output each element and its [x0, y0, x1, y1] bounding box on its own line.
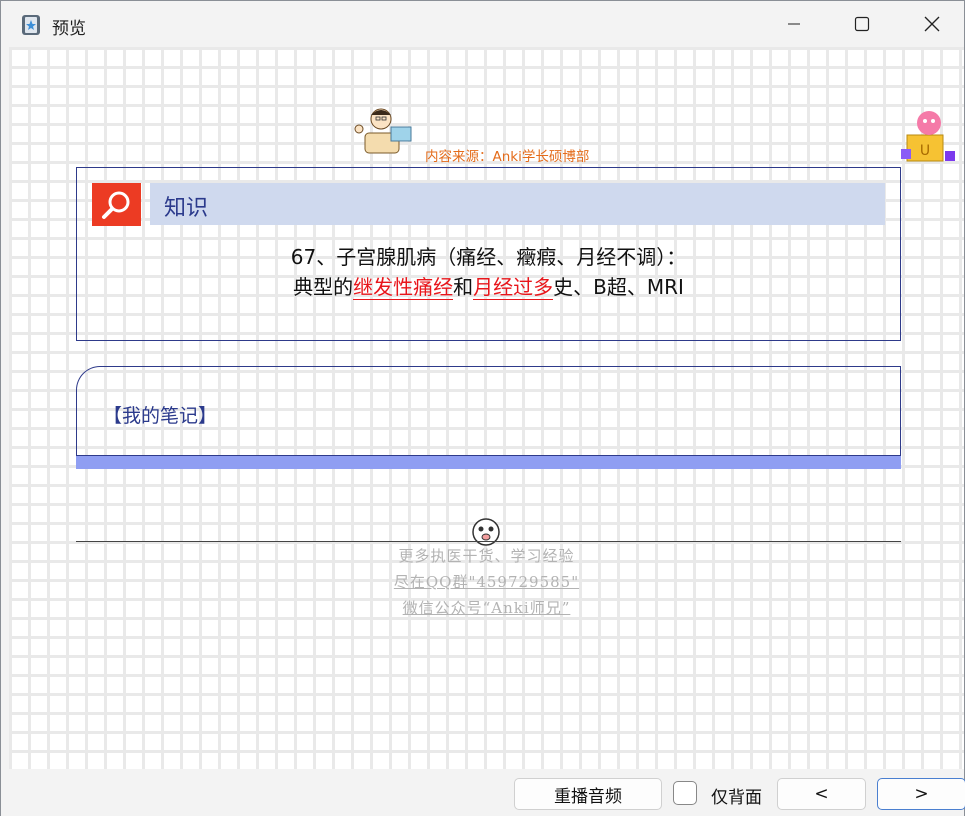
knowledge-heading: 知识 [164, 196, 209, 221]
replay-audio-button[interactable]: 重播音频 [514, 778, 662, 810]
svg-text:U: U [920, 143, 930, 159]
knowledge-content: 67、子宫腺肌病（痛经、癥瘕、月经不调）： 典型的继发性痛经和月经过多史、B超、… [77, 242, 900, 302]
knowledge-line-1: 67、子宫腺肌病（痛经、癥瘕、月经不调）： [290, 245, 687, 269]
maximize-icon [854, 16, 870, 32]
my-notes-box: 【我的笔记】 [76, 366, 901, 456]
previous-button[interactable]: < [777, 778, 866, 810]
gift-box-mascot-image: U [901, 111, 955, 162]
back-only-label: 仅背面 [711, 788, 762, 808]
footer-divider [76, 541, 901, 542]
content-source-label: 内容来源：Anki学长硕博部 [425, 149, 590, 165]
footer-line-3: 微信公众号“Anki师兄” [402, 599, 571, 617]
knowledge-card: 知识 67、子宫腺肌病（痛经、癥瘕、月经不调）： 典型的继发性痛经和月经过多史、… [76, 167, 901, 341]
search-icon [102, 191, 130, 219]
knowledge-line-2: 典型的继发性痛经和月经过多史、B超、MRI [77, 272, 900, 302]
cartoon-teacher-image [354, 108, 412, 154]
knowledge-heading-bar: 知识 [150, 183, 885, 225]
title-bar: 预览 [1, 1, 964, 47]
line2-mid: 和 [453, 275, 474, 299]
notes-bottom-bar [76, 455, 901, 469]
highlight-secondary-dysmenorrhea: 继发性痛经 [353, 275, 454, 300]
anki-app-icon [22, 15, 40, 35]
highlight-menorrhagia: 月经过多 [473, 275, 554, 300]
card-preview-area[interactable]: 内容来源：Anki学长硕博部 U 知识 67、子宫腺肌病（痛经、癥瘕、月经不调）… [9, 47, 964, 769]
back-only-checkbox[interactable] [673, 781, 697, 805]
my-notes-label: 【我的笔记】 [103, 405, 218, 427]
footer-line-1: 更多执医干货、学习经验 [398, 547, 575, 565]
maximize-button[interactable] [827, 1, 897, 47]
minimize-button[interactable] [759, 1, 829, 47]
next-button[interactable]: > [877, 778, 965, 810]
footer-line-2: 尽在QQ群"459729585" [393, 573, 580, 591]
minimize-icon [788, 23, 800, 25]
close-button[interactable] [897, 1, 965, 47]
window-title: 预览 [52, 19, 86, 39]
search-badge [92, 183, 141, 226]
face-emoji-icon [472, 518, 500, 546]
preview-window: 预览 内容来源：Anki学长硕博部 U 知识 67、子宫腺肌病（痛经、癥瘕、月经… [0, 0, 965, 816]
line2-prefix: 典型的 [293, 275, 354, 299]
close-icon [924, 16, 940, 32]
bottom-toolbar: 重播音频 仅背面 < > [1, 769, 965, 816]
line2-suffix: 史、B超、MRI [553, 275, 684, 299]
